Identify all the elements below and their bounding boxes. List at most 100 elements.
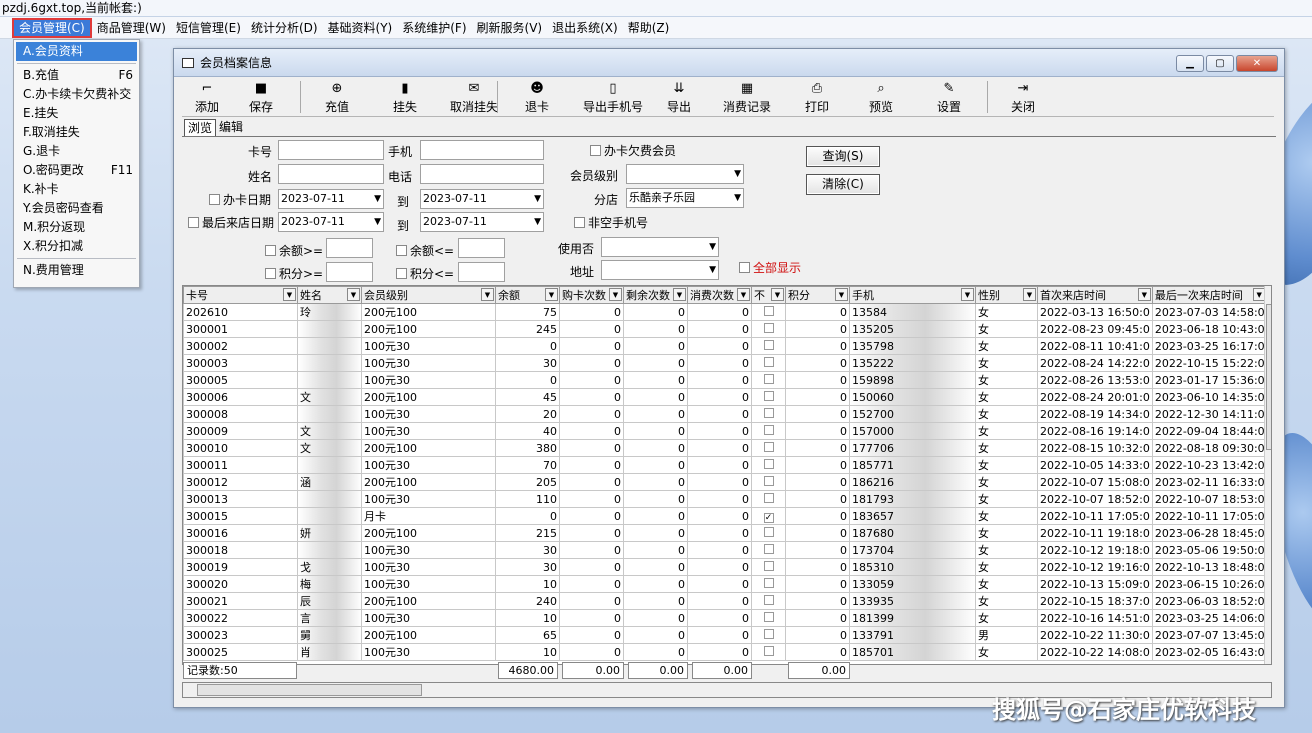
menu-8[interactable]: 帮助(Z) [623,18,675,38]
cancel-loss-button[interactable]: ✉ 取消挂失 [444,81,504,115]
table-row[interactable]: 300023 舅 200元100 65 0 0 0 0 133791 男 2022-10-22 11… [183,626,1268,644]
balance-ge-input[interactable] [326,238,373,258]
print-button[interactable]: ⎙ 打印 [802,81,832,115]
preview-button[interactable]: ⌕ 预览 [866,81,896,115]
settings-button[interactable]: ✎ 设置 [934,81,964,115]
row-checkbox[interactable] [763,594,774,605]
row-checkbox[interactable] [763,373,774,384]
row-checkbox[interactable] [763,458,774,469]
row-checkbox[interactable] [763,628,774,639]
table-row[interactable]: 300018 100元30 30 0 0 0 0 173704 女 2022-10-12 19:1… [183,541,1268,559]
table-row[interactable]: 300022 言 100元30 10 0 0 0 0 181399 女 2022-10-16 14:… [183,609,1268,627]
export-button[interactable]: ⇊ 导出 [664,81,694,115]
table-row[interactable]: 300001 200元100 245 0 0 0 0 135205 女 2022-08-23 09… [183,320,1268,338]
table-row[interactable]: 300003 100元30 30 0 0 0 0 135222 女 2022-08-24 14:2… [183,354,1268,372]
column-header[interactable]: 首次来店时间 ▼ [1037,286,1153,304]
dropdown-item[interactable]: N.费用管理 [14,261,139,280]
menu-0[interactable]: 会员管理(C) [12,17,92,38]
column-header[interactable]: 手机 ▼ [849,286,976,304]
table-row[interactable]: 300012 涵 200元100 205 0 0 0 0 186216 女 2022-10-07 1… [183,473,1268,491]
card-date-from[interactable]: 2023-07-11 [278,189,384,209]
menu-1[interactable]: 商品管理(W) [92,18,171,38]
column-header[interactable]: 购卡次数 ▼ [559,286,624,304]
dropdown-item[interactable]: G.退卡 [14,142,139,161]
row-checkbox[interactable]: ✓ [763,512,774,523]
table-row[interactable]: 300021 辰 200元100 240 0 0 0 0 133935 女 2022-10-15 1… [183,592,1268,610]
row-checkbox[interactable] [763,339,774,350]
column-header[interactable]: 会员级别 ▼ [361,286,496,304]
column-header[interactable]: 余额 ▼ [495,286,560,304]
balance-ge-checkbox[interactable] [265,245,276,256]
row-checkbox[interactable] [763,526,774,537]
card-date-checkbox[interactable] [209,194,220,205]
column-header[interactable]: 卡号 ▼ [183,286,298,304]
save-button[interactable]: ■ 保存 [246,81,276,115]
table-row[interactable]: 300019 戈 100元30 30 0 0 0 0 185310 女 2022-10-12 19:… [183,558,1268,576]
column-header[interactable]: 姓名 ▼ [297,286,362,304]
card-date-to[interactable]: 2023-07-11 [420,189,544,209]
table-row[interactable]: 300006 文 200元100 45 0 0 0 0 150060 女 2022-08-24 20… [183,388,1268,406]
points-le-input[interactable] [458,262,505,282]
last-visit-from[interactable]: 2023-07-11 [278,212,384,232]
non-empty-phone-checkbox[interactable] [574,217,585,228]
report-loss-button[interactable]: ▮ 挂失 [390,81,420,115]
close-door-button[interactable]: ⇥ 关闭 [1008,81,1038,115]
row-checkbox[interactable] [763,577,774,588]
table-row[interactable]: 300016 妍 200元100 215 0 0 0 0 187680 女 2022-10-11 1… [183,524,1268,542]
last-visit-to[interactable]: 2023-07-11 [420,212,544,232]
tab-browse[interactable]: 浏览 [184,119,217,137]
row-checkbox[interactable] [763,475,774,486]
query-button[interactable]: 查询(S) [806,146,880,167]
balance-le-checkbox[interactable] [396,245,407,256]
table-row[interactable]: 300015 月卡 0 0 0 0 ✓ 0 183657 女 2022-10-11 17:05:0 2… [183,507,1268,525]
column-header[interactable]: 消费次数 ▼ [687,286,752,304]
menu-4[interactable]: 基础资料(Y) [323,18,398,38]
points-ge-input[interactable] [326,262,373,282]
dropdown-item[interactable]: A.会员资料 [16,42,137,61]
show-all-checkbox[interactable] [739,262,750,273]
row-checkbox[interactable] [763,407,774,418]
dropdown-item[interactable]: C.办卡续卡欠费补交 [14,85,139,104]
tab-edit[interactable]: 编辑 [216,119,246,137]
row-checkbox[interactable] [763,611,774,622]
table-row[interactable]: 300013 100元30 110 0 0 0 0 181793 女 2022-10-07 18:… [183,490,1268,508]
table-row[interactable]: 300002 100元30 0 0 0 0 0 135798 女 2022-08-11 10:41… [183,337,1268,355]
add-button[interactable]: ⌐ 添加 [192,81,222,115]
points-le-checkbox[interactable] [396,268,407,279]
table-row[interactable]: 300020 梅 100元30 10 0 0 0 0 133059 女 2022-10-13 15:… [183,575,1268,593]
row-checkbox[interactable] [763,424,774,435]
card-no-input[interactable] [278,140,384,160]
owe-member-checkbox[interactable] [590,145,601,156]
table-row[interactable]: 300008 100元30 20 0 0 0 0 152700 女 2022-08-19 14:3… [183,405,1268,423]
table-row[interactable]: 300025 肖 100元30 10 0 0 0 0 185701 女 2022-10-22 14:… [183,643,1268,661]
balance-le-input[interactable] [458,238,505,258]
in-use-select[interactable] [601,237,719,257]
table-row[interactable]: 300009 文 100元30 40 0 0 0 0 157000 女 2022-08-16 19:… [183,422,1268,440]
dropdown-item[interactable]: E.挂失 [14,104,139,123]
clear-button[interactable]: 清除(C) [806,174,880,195]
row-checkbox[interactable] [763,322,774,333]
consume-record-button[interactable]: ▦ 消费记录 [719,81,775,115]
phone-input[interactable] [420,140,544,160]
return-card-button[interactable]: ☻ 退卡 [522,81,552,115]
table-row[interactable]: 300005 100元30 0 0 0 0 0 159898 女 2022-08-26 13:53… [183,371,1268,389]
row-checkbox[interactable] [763,645,774,656]
last-visit-checkbox[interactable] [188,217,199,228]
dropdown-item[interactable]: O.密码更改 F11 [14,161,139,180]
recharge-button[interactable]: ⊕ 充值 [322,81,352,115]
menu-6[interactable]: 刷新服务(V) [472,18,548,38]
menu-2[interactable]: 短信管理(E) [171,18,246,38]
close-button[interactable]: ✕ [1236,55,1278,72]
minimize-button[interactable]: ▁ [1176,55,1204,72]
row-checkbox[interactable] [763,492,774,503]
name-input[interactable] [278,164,384,184]
tel-input[interactable] [420,164,544,184]
column-header[interactable]: 不 ▼ [751,286,786,304]
dropdown-item[interactable]: B.充值 F6 [14,66,139,85]
row-checkbox[interactable] [763,560,774,571]
menu-5[interactable]: 系统维护(F) [397,18,471,38]
dropdown-item[interactable]: M.积分返现 [14,218,139,237]
row-checkbox[interactable] [763,390,774,401]
menu-7[interactable]: 退出系统(X) [547,18,623,38]
menu-3[interactable]: 统计分析(D) [246,18,323,38]
